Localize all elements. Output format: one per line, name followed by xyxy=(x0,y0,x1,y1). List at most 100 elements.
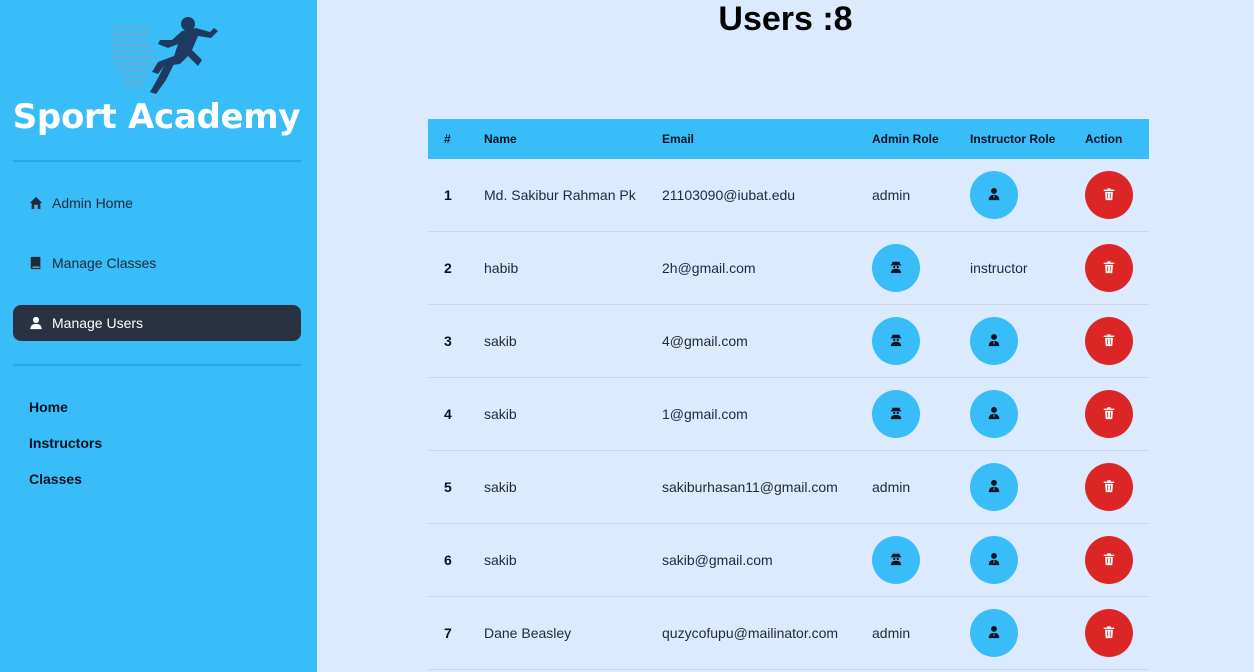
user-email: 4@gmail.com xyxy=(662,333,748,349)
action-cell xyxy=(1085,609,1149,657)
action-cell xyxy=(1085,317,1149,365)
runner-logo-icon xyxy=(110,17,218,94)
delete-user-button[interactable] xyxy=(1085,463,1133,511)
instructor-role-cell xyxy=(970,609,1085,657)
sidebar-item-label: Manage Classes xyxy=(52,255,157,271)
nav-link-classes[interactable]: Classes xyxy=(29,471,82,487)
home-icon xyxy=(29,196,43,210)
row-number: 4 xyxy=(444,406,452,422)
user-name: sakib xyxy=(484,552,517,568)
user-secret-icon xyxy=(889,333,903,350)
make-instructor-button[interactable] xyxy=(970,171,1018,219)
admin-role-cell: admin xyxy=(872,187,970,203)
sidebar-item-manage-users[interactable]: Manage Users xyxy=(13,305,301,341)
delete-user-button[interactable] xyxy=(1085,317,1133,365)
table-row: 2 habib 2h@gmail.com instructor xyxy=(428,232,1149,305)
user-secret-icon xyxy=(889,406,903,423)
user-name: habib xyxy=(484,260,519,276)
column-header: Admin Role xyxy=(872,132,939,146)
table-row: 6 sakib sakib@gmail.com xyxy=(428,524,1149,597)
table-row: 3 sakib 4@gmail.com xyxy=(428,305,1149,378)
admin-role-cell xyxy=(872,536,970,584)
brand-title: Sport Academy xyxy=(12,97,301,137)
make-instructor-button[interactable] xyxy=(970,536,1018,584)
user-tie-icon xyxy=(987,406,1001,423)
column-header: Instructor Role xyxy=(970,132,1056,146)
instructor-role-cell xyxy=(970,463,1085,511)
sidebar-item-admin-home[interactable]: Admin Home xyxy=(13,185,301,221)
row-number: 1 xyxy=(444,187,452,203)
make-instructor-button[interactable] xyxy=(970,463,1018,511)
user-secret-icon xyxy=(889,260,903,277)
make-admin-button[interactable] xyxy=(872,390,920,438)
user-name: sakib xyxy=(484,333,517,349)
instructor-role-cell xyxy=(970,536,1085,584)
table-row: 7 Dane Beasley quzycofupu@mailinator.com… xyxy=(428,597,1149,670)
delete-user-button[interactable] xyxy=(1085,536,1133,584)
book-icon xyxy=(30,256,41,270)
action-cell xyxy=(1085,244,1149,292)
user-tie-icon xyxy=(987,552,1001,569)
delete-user-button[interactable] xyxy=(1085,171,1133,219)
table-row: 5 sakib sakiburhasan11@gmail.com admin xyxy=(428,451,1149,524)
user-tie-icon xyxy=(987,625,1001,642)
trash-icon xyxy=(1102,625,1116,642)
delete-user-button[interactable] xyxy=(1085,390,1133,438)
user-email: 1@gmail.com xyxy=(662,406,748,422)
user-secret-icon xyxy=(889,552,903,569)
nav-link-instructors[interactable]: Instructors xyxy=(29,435,102,451)
table-header: # Name Email Admin Role Instructor Role … xyxy=(428,119,1149,159)
user-tie-icon xyxy=(987,479,1001,496)
admin-role-cell xyxy=(872,244,970,292)
admin-role-text: admin xyxy=(872,187,911,203)
user-name: Md. Sakibur Rahman Pk xyxy=(484,187,636,203)
column-header: Email xyxy=(662,132,695,146)
user-email: 2h@gmail.com xyxy=(662,260,756,276)
trash-icon xyxy=(1102,552,1116,569)
admin-role-text: admin xyxy=(872,625,911,641)
user-email: quzycofupu@mailinator.com xyxy=(662,625,839,641)
instructor-role-cell xyxy=(970,171,1085,219)
user-email: sakiburhasan11@gmail.com xyxy=(662,479,838,495)
user-email: 21103090@iubat.edu xyxy=(662,187,796,203)
make-admin-button[interactable] xyxy=(872,536,920,584)
admin-role-cell: admin xyxy=(872,625,970,641)
make-admin-button[interactable] xyxy=(872,244,920,292)
sidebar-item-label: Admin Home xyxy=(52,195,133,211)
row-number: 6 xyxy=(444,552,452,568)
sidebar-divider xyxy=(13,160,301,162)
admin-role-text: admin xyxy=(872,479,911,495)
user-name: Dane Beasley xyxy=(484,625,572,641)
trash-icon xyxy=(1102,406,1116,423)
user-icon xyxy=(30,316,42,330)
column-header: Name xyxy=(484,132,517,146)
column-header: # xyxy=(444,132,451,146)
user-email: sakib@gmail.com xyxy=(662,552,773,568)
sidebar-item-label: Manage Users xyxy=(52,315,144,331)
instructor-role-cell: instructor xyxy=(970,260,1085,276)
action-cell xyxy=(1085,463,1149,511)
nav-link-home[interactable]: Home xyxy=(29,399,68,415)
user-name: sakib xyxy=(484,406,517,422)
row-number: 2 xyxy=(444,260,452,276)
admin-role-cell xyxy=(872,390,970,438)
sidebar-divider xyxy=(13,364,301,366)
row-number: 3 xyxy=(444,333,452,349)
user-tie-icon xyxy=(987,187,1001,204)
make-instructor-button[interactable] xyxy=(970,390,1018,438)
make-instructor-button[interactable] xyxy=(970,317,1018,365)
admin-role-cell xyxy=(872,317,970,365)
user-name: sakib xyxy=(484,479,517,495)
make-admin-button[interactable] xyxy=(872,317,920,365)
trash-icon xyxy=(1102,187,1116,204)
delete-user-button[interactable] xyxy=(1085,244,1133,292)
delete-user-button[interactable] xyxy=(1085,609,1133,657)
app: Sport Academy Admin Home Manage Classes … xyxy=(0,0,1254,672)
users-table: # Name Email Admin Role Instructor Role … xyxy=(428,119,1149,670)
make-instructor-button[interactable] xyxy=(970,609,1018,657)
page-title: Users :8 xyxy=(718,0,853,38)
instructor-role-cell xyxy=(970,390,1085,438)
sidebar-item-manage-classes[interactable]: Manage Classes xyxy=(13,245,301,281)
table-row: 4 sakib 1@gmail.com xyxy=(428,378,1149,451)
user-tie-icon xyxy=(987,333,1001,350)
